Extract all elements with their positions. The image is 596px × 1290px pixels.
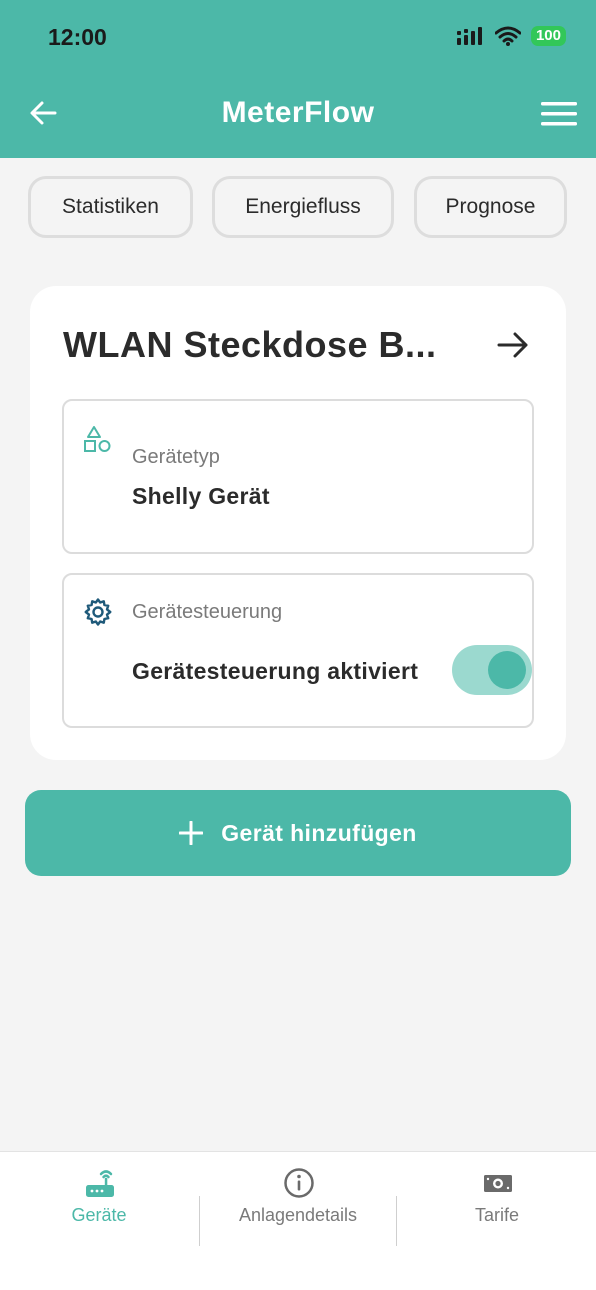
status-icons: 100 (456, 26, 566, 46)
add-device-button[interactable]: Gerät hinzufügen (25, 790, 571, 876)
page-title: MeterFlow (221, 96, 375, 129)
router-icon (86, 1170, 114, 1197)
device-type-label: Gerätetyp (132, 446, 220, 468)
toggle-knob (488, 651, 526, 689)
shapes-icon (84, 426, 111, 452)
device-control-label: Gerätesteuerung (132, 601, 283, 623)
nav-label-tarife: Tarife (474, 1205, 519, 1225)
nav-divider (396, 1196, 397, 1246)
info-icon (284, 1168, 314, 1198)
battery-indicator: 100 (530, 26, 566, 46)
device-control-panel: Gerätesteuerung Gerätesteuerung aktivier… (62, 573, 534, 728)
tab-energiefluss[interactable]: Energiefluss (212, 176, 394, 238)
nav-label-anlagendetails: Anlagendetails (238, 1205, 358, 1225)
device-name: WLAN Steckdose B... (63, 324, 437, 365)
status-time: 12:00 (48, 24, 107, 50)
wifi-icon (494, 26, 521, 46)
plus-icon (179, 821, 204, 845)
tab-statistiken[interactable]: Statistiken (28, 176, 193, 238)
nav-item-geraete[interactable]: Geräte (0, 1152, 198, 1252)
device-control-toggle[interactable] (452, 645, 532, 695)
device-type-value: Shelly Gerät (132, 483, 270, 509)
tab-prognose[interactable]: Prognose (414, 176, 567, 238)
gear-icon (84, 598, 112, 626)
bottom-navigation: Geräte Anlagendetails Tarife (0, 1151, 596, 1290)
device-card: WLAN Steckdose B... Gerätetyp Shelly Ger… (30, 286, 566, 760)
arrow-right-icon[interactable] (496, 328, 530, 362)
add-device-label: Gerät hinzufügen (221, 819, 417, 846)
nav-item-tarife[interactable]: Tarife (398, 1152, 596, 1252)
hamburger-menu-icon[interactable] (540, 98, 578, 130)
nav-item-anlagendetails[interactable]: Anlagendetails (199, 1152, 397, 1252)
section-tabs: Statistiken Energiefluss Prognose (28, 176, 568, 238)
nav-label-geraete: Geräte (71, 1205, 127, 1225)
banknote-icon (484, 1175, 512, 1192)
device-type-panel: Gerätetyp Shelly Gerät (62, 399, 534, 554)
cellular-signal-icon (456, 27, 482, 45)
device-control-toggle-label: Gerätesteuerung aktiviert (132, 658, 419, 684)
app-header: 12:00 100 MeterFlow (0, 0, 596, 158)
